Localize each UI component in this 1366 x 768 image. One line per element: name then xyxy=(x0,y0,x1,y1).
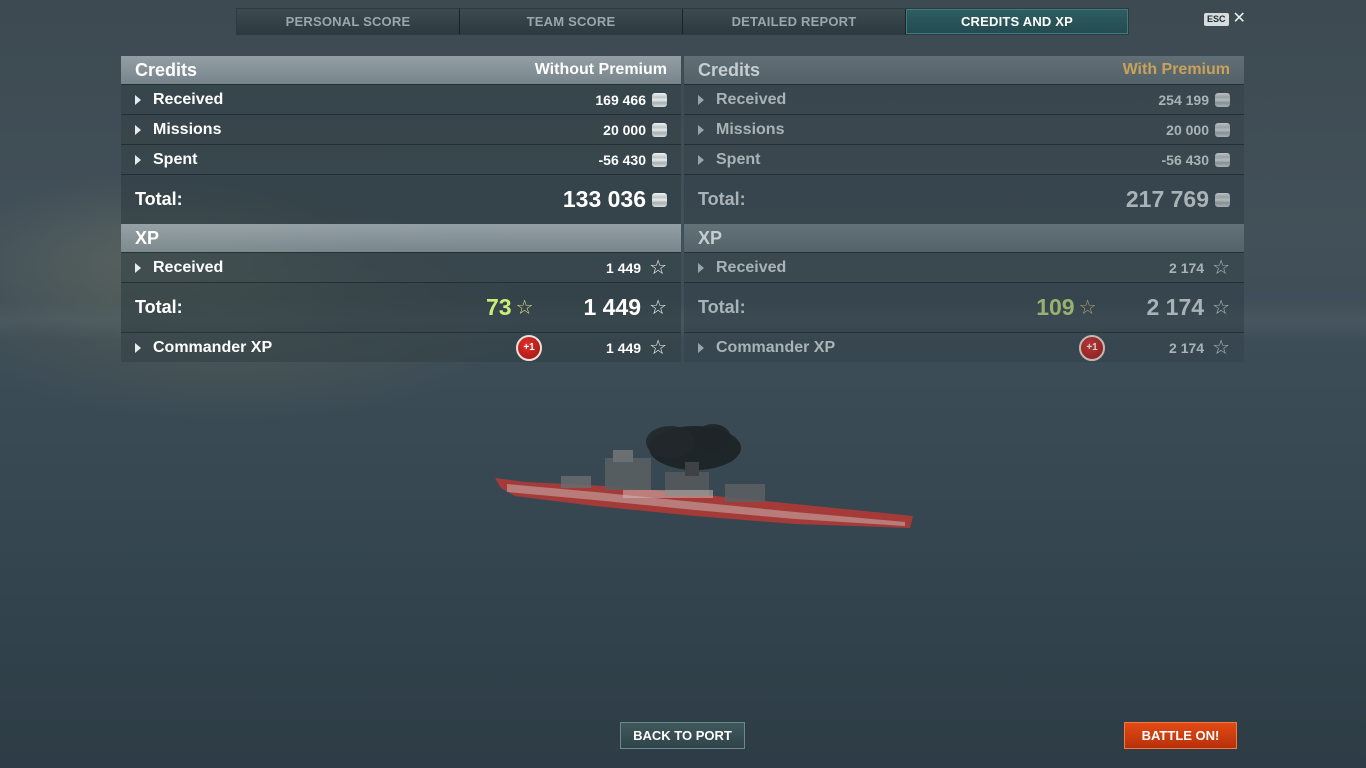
star-icon: ☆ xyxy=(515,296,534,319)
total-label: Total: xyxy=(698,189,746,209)
credits-spent-row[interactable]: Spent -56 430 xyxy=(684,144,1244,174)
expand-triangle-icon[interactable] xyxy=(698,154,704,165)
credits-total-value: 217 769 xyxy=(1125,186,1209,212)
close-icon: ✕ xyxy=(1232,10,1246,27)
credits-total-row: Total: 133 036 xyxy=(121,174,681,224)
tab-detailed-report[interactable]: DETAILED REPORT xyxy=(683,9,906,34)
commander-skill-badge: +1 xyxy=(516,334,543,361)
expand-triangle-icon[interactable] xyxy=(698,94,704,105)
xp-total-value: 2 174 xyxy=(1146,294,1205,320)
commander-skill-badge: +1 xyxy=(1079,334,1106,361)
credits-coin-icon xyxy=(1215,92,1230,107)
xp-total-label: Total: xyxy=(135,297,183,317)
credits-coin-icon xyxy=(652,122,667,137)
credits-header: Credits Without Premium xyxy=(121,56,681,84)
spent-value: -56 430 xyxy=(598,151,646,168)
battleship-image xyxy=(495,424,913,528)
received-label: Received xyxy=(153,90,224,108)
close-button[interactable]: ESC ✕ xyxy=(1204,10,1246,27)
with-premium-label: With Premium xyxy=(1122,61,1230,78)
credits-coin-icon xyxy=(1215,122,1230,137)
without-premium-label: Without Premium xyxy=(534,61,667,78)
xp-received-label: Received xyxy=(716,258,787,276)
credits-title: Credits xyxy=(135,59,198,80)
credits-total-row: Total: 217 769 xyxy=(684,174,1244,224)
xp-received-value: 1 449 xyxy=(606,259,642,276)
spent-value: -56 430 xyxy=(1161,151,1209,168)
xp-header: XP xyxy=(121,224,681,252)
star-icon: ☆ xyxy=(1078,296,1097,319)
tab-personal-score[interactable]: PERSONAL SCORE xyxy=(237,9,460,34)
star-icon: ☆ xyxy=(1212,296,1230,319)
tab-credits-and-xp[interactable]: CREDITS AND XP xyxy=(906,9,1128,34)
without-premium-panel: Credits Without Premium Received 169 466… xyxy=(121,56,681,362)
missions-label: Missions xyxy=(153,120,222,138)
expand-triangle-icon[interactable] xyxy=(135,94,141,105)
credits-title: Credits xyxy=(698,59,761,80)
missions-label: Missions xyxy=(716,120,785,138)
credits-coin-icon xyxy=(1215,152,1230,167)
xp-bonus: 109 ☆ xyxy=(1036,294,1096,321)
commander-xp-label: Commander XP xyxy=(716,338,836,356)
xp-received-row[interactable]: Received 1 449 ☆ xyxy=(121,252,681,282)
xp-bonus-value: 109 xyxy=(1036,294,1075,320)
expand-triangle-icon[interactable] xyxy=(698,342,704,353)
star-icon: ☆ xyxy=(649,256,667,279)
expand-triangle-icon[interactable] xyxy=(698,262,704,273)
xp-total-value: 1 449 xyxy=(583,294,642,320)
star-icon: ☆ xyxy=(1212,256,1230,279)
spent-label: Spent xyxy=(153,150,198,168)
spent-label: Spent xyxy=(716,150,761,168)
missions-value: 20 000 xyxy=(1166,121,1209,138)
xp-title: XP xyxy=(698,227,723,248)
xp-bonus-value: 73 xyxy=(485,294,512,320)
esc-key-icon: ESC xyxy=(1204,12,1229,26)
credits-coin-icon xyxy=(1215,192,1230,207)
back-to-port-button[interactable]: BACK TO PORT xyxy=(620,722,745,749)
credits-missions-row[interactable]: Missions 20 000 xyxy=(121,114,681,144)
received-value: 254 199 xyxy=(1158,91,1209,108)
xp-header: XP xyxy=(684,224,1244,252)
expand-triangle-icon[interactable] xyxy=(135,262,141,273)
expand-triangle-icon[interactable] xyxy=(135,342,141,353)
xp-total-row: Total: 109 ☆ 2 174 ☆ xyxy=(684,282,1244,332)
commander-xp-value: 2 174 xyxy=(1169,339,1205,356)
xp-received-value: 2 174 xyxy=(1169,259,1205,276)
credits-header: Credits With Premium xyxy=(684,56,1244,84)
received-value: 169 466 xyxy=(595,91,646,108)
credits-coin-icon xyxy=(652,192,667,207)
expand-triangle-icon[interactable] xyxy=(135,154,141,165)
tab-team-score[interactable]: TEAM SCORE xyxy=(460,9,683,34)
credits-received-row[interactable]: Received 254 199 xyxy=(684,84,1244,114)
commander-xp-label: Commander XP xyxy=(153,338,273,356)
credits-missions-row[interactable]: Missions 20 000 xyxy=(684,114,1244,144)
credits-received-row[interactable]: Received 169 466 xyxy=(121,84,681,114)
credits-coin-icon xyxy=(652,92,667,107)
expand-triangle-icon[interactable] xyxy=(135,124,141,135)
star-icon: ☆ xyxy=(649,336,667,359)
results-tab-bar: PERSONAL SCORE TEAM SCORE DETAILED REPOR… xyxy=(236,8,1129,35)
xp-total-label: Total: xyxy=(698,297,746,317)
commander-xp-value: 1 449 xyxy=(606,339,642,356)
battle-on-button[interactable]: BATTLE ON! xyxy=(1124,722,1237,749)
total-label: Total: xyxy=(135,189,183,209)
with-premium-panel: Credits With Premium Received 254 199 Mi… xyxy=(684,56,1244,362)
credits-total-value: 133 036 xyxy=(562,186,646,212)
xp-received-label: Received xyxy=(153,258,224,276)
star-icon: ☆ xyxy=(649,296,667,319)
xp-title: XP xyxy=(135,227,160,248)
star-icon: ☆ xyxy=(1212,336,1230,359)
credits-coin-icon xyxy=(652,152,667,167)
received-label: Received xyxy=(716,90,787,108)
expand-triangle-icon[interactable] xyxy=(698,124,704,135)
commander-xp-row[interactable]: Commander XP +1 2 174 ☆ xyxy=(684,332,1244,362)
credits-spent-row[interactable]: Spent -56 430 xyxy=(121,144,681,174)
xp-received-row[interactable]: Received 2 174 ☆ xyxy=(684,252,1244,282)
xp-total-row: Total: 73 ☆ 1 449 ☆ xyxy=(121,282,681,332)
commander-xp-row[interactable]: Commander XP +1 1 449 ☆ xyxy=(121,332,681,362)
missions-value: 20 000 xyxy=(603,121,646,138)
xp-bonus: 73 ☆ xyxy=(486,294,534,321)
